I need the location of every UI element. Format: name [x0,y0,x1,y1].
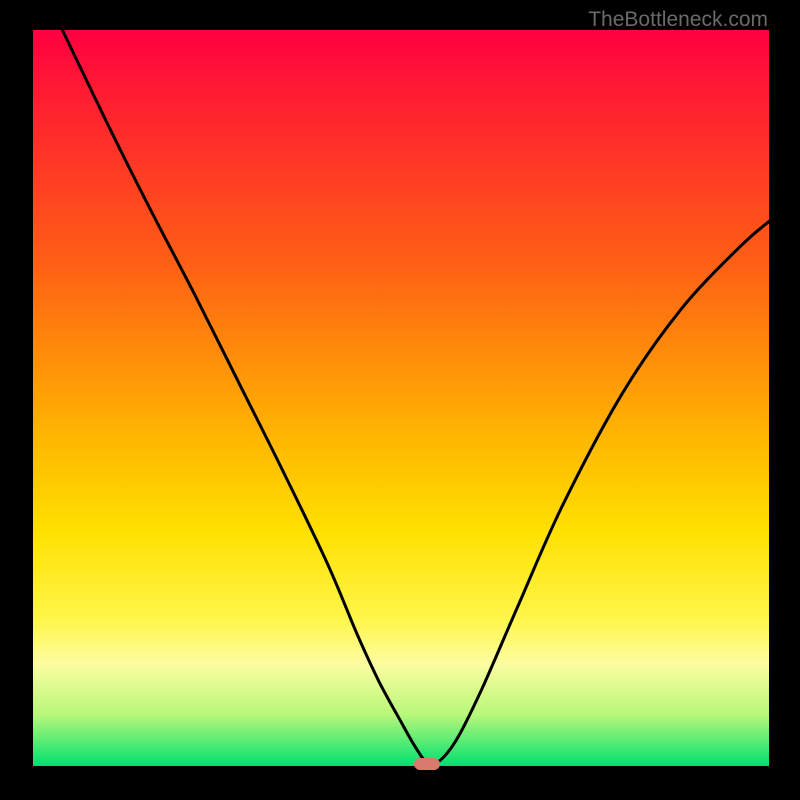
watermark-text: TheBottleneck.com [588,8,768,32]
chart-frame: TheBottleneck.com [0,0,800,800]
optimum-marker [414,758,440,770]
plot-area [33,30,769,766]
bottleneck-curve [33,30,769,766]
